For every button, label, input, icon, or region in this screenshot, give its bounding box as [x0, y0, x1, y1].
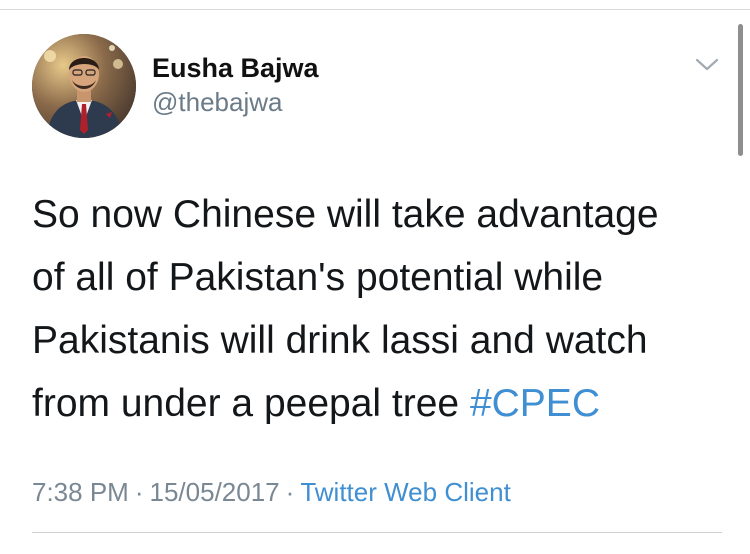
author-display-name[interactable]: Eusha Bajwa	[152, 52, 319, 84]
author-handle[interactable]: @thebajwa	[152, 86, 319, 118]
tweet-time[interactable]: 7:38 PM	[32, 477, 129, 507]
meta-separator: ·	[134, 477, 144, 507]
scrollbar[interactable]	[738, 24, 743, 156]
tweet-date[interactable]: 15/05/2017	[150, 477, 280, 507]
tweet-text-line: Pakistanis will drink lassi and watch	[32, 319, 648, 362]
tweet-source-link[interactable]: Twitter Web Client	[300, 477, 510, 507]
hashtag-link[interactable]: #CPEC	[470, 382, 600, 425]
tweet-text-line: of all of Pakistan's potential while	[32, 256, 604, 299]
avatar[interactable]	[32, 34, 136, 138]
author-block[interactable]: Eusha Bajwa @thebajwa	[152, 52, 319, 118]
tweet-text-line: So now Chinese will take advantage	[32, 193, 659, 236]
chevron-down-icon[interactable]	[694, 56, 720, 74]
tweet-card: Eusha Bajwa @thebajwa So now Chinese wil…	[0, 10, 750, 554]
meta-separator: ·	[285, 477, 295, 507]
avatar-image	[32, 34, 136, 138]
bottom-divider	[32, 532, 722, 533]
tweet-screen: Eusha Bajwa @thebajwa So now Chinese wil…	[0, 0, 750, 554]
tweet-metadata: 7:38 PM · 15/05/2017 · Twitter Web Client	[32, 476, 511, 508]
tweet-text: So now Chinese will take advantage of al…	[32, 183, 722, 435]
tweet-text-line: from under a peepal tree #CPEC	[32, 372, 722, 435]
tweet-text-line-content: from under a peepal tree	[32, 382, 470, 425]
